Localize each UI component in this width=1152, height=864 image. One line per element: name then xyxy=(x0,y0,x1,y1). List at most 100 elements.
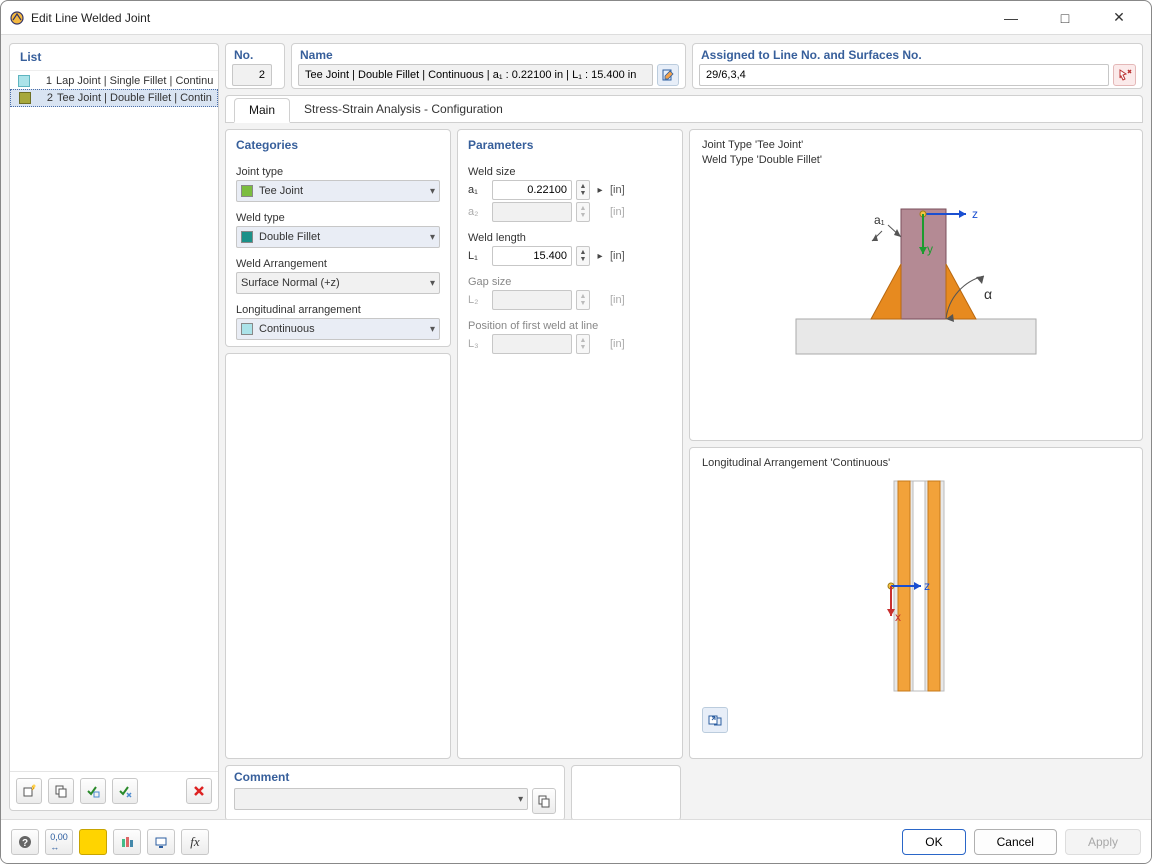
bottom-row: Comment ▾ xyxy=(225,765,1143,811)
weld-length-label: Weld length xyxy=(468,232,672,244)
weld-type-combo[interactable]: Double Fillet ▾ xyxy=(236,226,440,248)
weld-type-label: Weld type xyxy=(236,212,440,224)
list-header: List xyxy=(10,44,218,71)
long-arrangement-combo[interactable]: Continuous ▾ xyxy=(236,318,440,340)
L1-spinner[interactable]: ▲▼ xyxy=(576,246,590,266)
categories-panel: Categories Joint type Tee Joint ▾ Weld t… xyxy=(225,129,451,347)
color-swatch-icon xyxy=(18,75,30,87)
list-item-label: Lap Joint | Single Fillet | Continu xyxy=(56,75,213,87)
empty-panel xyxy=(225,353,451,759)
units-button[interactable]: 0,00↔ xyxy=(45,829,73,855)
cancel-button[interactable]: Cancel xyxy=(974,829,1057,855)
arrangement-diagram: z x xyxy=(702,471,1130,701)
weld-type-value: Double Fillet xyxy=(259,231,320,243)
weld-arrangement-combo[interactable]: Surface Normal (+z) ▾ xyxy=(236,272,440,294)
close-button[interactable]: ✕ xyxy=(1101,6,1137,30)
assigned-label: Assigned to Line No. and Surfaces No. xyxy=(693,44,1142,62)
a1-dim-label: a₁ xyxy=(874,213,885,227)
assigned-panel: Assigned to Line No. and Surfaces No. xyxy=(692,43,1143,89)
new-item-button[interactable] xyxy=(16,778,42,804)
parameters-header: Parameters xyxy=(458,130,682,156)
no-input[interactable] xyxy=(232,64,272,86)
pos-label: Position of first weld at line xyxy=(468,320,672,332)
pick-icon[interactable] xyxy=(1113,64,1136,86)
function-button[interactable]: fx xyxy=(181,829,209,855)
check-b-button[interactable] xyxy=(112,778,138,804)
color-button[interactable] xyxy=(79,829,107,855)
a1-arrow-icon[interactable]: ▸ xyxy=(594,185,606,196)
preview-column: Joint Type 'Tee Joint' Weld Type 'Double… xyxy=(689,129,1143,759)
footer: ? 0,00↔ fx OK Cancel Apply xyxy=(1,819,1151,863)
unit-label: [in] xyxy=(610,250,625,262)
window-title: Edit Line Welded Joint xyxy=(31,11,150,25)
list-item[interactable]: 2 Tee Joint | Double Fillet | Contin xyxy=(10,89,218,107)
long-arrangement-label: Longitudinal arrangement xyxy=(236,304,440,316)
gap-label: Gap size xyxy=(468,276,672,288)
L1-input[interactable] xyxy=(492,246,572,266)
copy-item-button[interactable] xyxy=(48,778,74,804)
assigned-input[interactable] xyxy=(699,64,1109,86)
weld-arrangement-value: Surface Normal (+z) xyxy=(241,277,340,289)
chevron-down-icon: ▾ xyxy=(430,278,435,289)
joint-diagram: z y a₁ xyxy=(702,169,1130,389)
no-label: No. xyxy=(226,44,284,62)
L3-label: L₃ xyxy=(468,338,488,350)
joint-type-combo[interactable]: Tee Joint ▾ xyxy=(236,180,440,202)
a2-spinner: ▲▼ xyxy=(576,202,590,222)
list-panel: List 1 Lap Joint | Single Fillet | Conti… xyxy=(9,43,219,811)
delete-item-button[interactable] xyxy=(186,778,212,804)
axis-y-label: y xyxy=(927,242,933,256)
maximize-button[interactable]: □ xyxy=(1047,6,1083,30)
L1-label: L₁ xyxy=(468,250,488,262)
long-arrangement-preview-panel: Longitudinal Arrangement 'Continuous' xyxy=(689,447,1143,759)
preview-long-arrangement: Longitudinal Arrangement 'Continuous' xyxy=(702,457,890,469)
list-item[interactable]: 1 Lap Joint | Single Fillet | Continu xyxy=(10,73,218,89)
rename-icon[interactable] xyxy=(657,64,679,86)
list-item-number: 1 xyxy=(36,75,52,87)
content: List 1 Lap Joint | Single Fillet | Conti… xyxy=(1,35,1151,819)
ok-button[interactable]: OK xyxy=(902,829,965,855)
name-panel: Name xyxy=(291,43,686,89)
L2-label: L₂ xyxy=(468,294,488,306)
view-button[interactable] xyxy=(147,829,175,855)
name-label: Name xyxy=(292,44,685,62)
name-input[interactable] xyxy=(298,64,653,86)
L3-spinner: ▲▼ xyxy=(576,334,590,354)
chevron-down-icon: ▾ xyxy=(430,324,435,335)
weld-arrangement-label: Weld Arrangement xyxy=(236,258,440,270)
preview-options-button[interactable] xyxy=(702,707,728,733)
a2-input xyxy=(492,202,572,222)
svg-text:?: ? xyxy=(22,838,28,849)
library-button[interactable] xyxy=(113,829,141,855)
chevron-down-icon: ▾ xyxy=(518,794,523,805)
tab-main[interactable]: Main xyxy=(234,98,290,123)
L3-input xyxy=(492,334,572,354)
apply-button[interactable]: Apply xyxy=(1065,829,1141,855)
axis-x-label: x xyxy=(895,610,901,624)
a1-spinner[interactable]: ▲▼ xyxy=(576,180,590,200)
a1-input[interactable] xyxy=(492,180,572,200)
help-button[interactable]: ? xyxy=(11,829,39,855)
joint-type-label: Joint type xyxy=(236,166,440,178)
check-a-button[interactable] xyxy=(80,778,106,804)
empty-panel-2 xyxy=(571,765,681,819)
categories-header: Categories xyxy=(226,130,450,156)
preview-weld-type: Weld Type 'Double Fillet' xyxy=(702,154,822,166)
tab-stress-strain[interactable]: Stress-Strain Analysis - Configuration xyxy=(290,98,517,122)
axis-z-label: z xyxy=(924,579,930,593)
dialog-window: Edit Line Welded Joint — □ ✕ List 1 Lap … xyxy=(0,0,1152,864)
L2-input xyxy=(492,290,572,310)
joint-type-value: Tee Joint xyxy=(259,185,303,197)
titlebar: Edit Line Welded Joint — □ ✕ xyxy=(1,1,1151,35)
left-column: List 1 Lap Joint | Single Fillet | Conti… xyxy=(9,43,219,811)
comment-copy-button[interactable] xyxy=(532,788,556,814)
color-swatch-icon xyxy=(241,185,253,197)
L2-spinner: ▲▼ xyxy=(576,290,590,310)
L1-arrow-icon[interactable]: ▸ xyxy=(594,251,606,262)
color-swatch-icon xyxy=(19,92,31,104)
parameters-panel: Parameters Weld size a₁ ▲▼ ▸ [in] a₂ xyxy=(457,129,683,759)
minimize-button[interactable]: — xyxy=(993,6,1029,30)
a2-label: a₂ xyxy=(468,206,488,218)
color-swatch-icon xyxy=(241,323,253,335)
comment-combo[interactable]: ▾ xyxy=(234,788,528,810)
